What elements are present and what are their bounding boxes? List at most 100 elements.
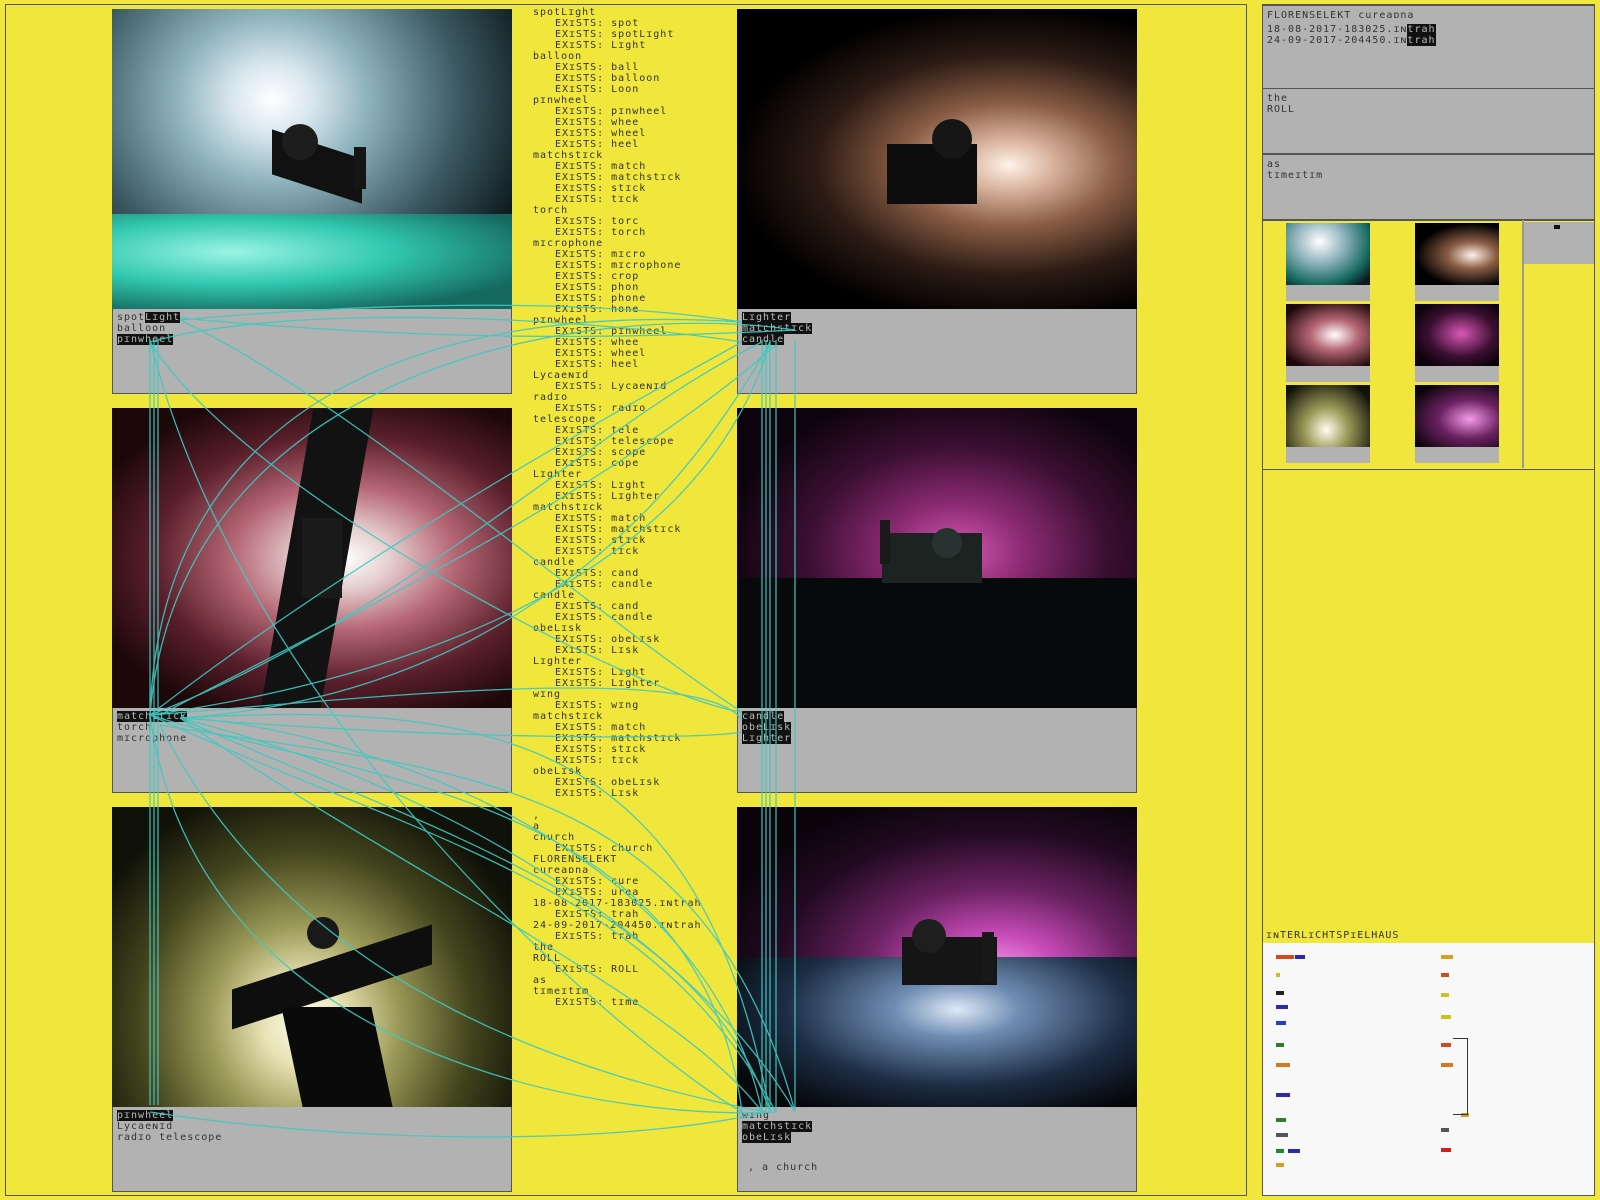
word-entry: matchstɪck	[533, 150, 604, 161]
exists-entry: EXɪSTS: torch	[555, 227, 647, 238]
caption-line: obeLɪsk	[742, 722, 792, 733]
render-image	[737, 807, 1137, 1107]
word-entry: Lycaeɴɪd	[533, 370, 590, 381]
exists-entry: EXɪSTS: phone	[555, 293, 647, 304]
thumbnail[interactable]	[1415, 304, 1499, 382]
caption-line: matchstɪck	[117, 711, 188, 722]
thumbnail[interactable]	[1286, 223, 1370, 301]
render-image	[737, 408, 1137, 708]
word-entry: spotLɪght	[533, 7, 597, 18]
render-image	[737, 9, 1137, 309]
box-line: the	[1267, 93, 1289, 104]
word-entry: candle	[533, 590, 576, 601]
image-caption: matchstɪck torch mɪcrophone	[112, 708, 512, 793]
exists-entry: EXɪSTS: cand	[555, 601, 640, 612]
caption-line: radɪo telescope	[117, 1132, 223, 1143]
word-entry: matchstɪck	[533, 502, 604, 513]
word-entry: a	[533, 821, 541, 832]
exists-entry: EXɪSTS: hone	[555, 304, 640, 315]
word-entry: 24-09-2017-204450.ɪɴtrah	[533, 920, 702, 931]
image-caption: spotLɪght balloon pɪnwheel	[112, 309, 512, 394]
panel-pinwheel: pɪnwheel Lycaeɴɪd radɪo telescope	[112, 807, 512, 1192]
word-entry: cureaɒna	[533, 865, 590, 876]
file-entry[interactable]: 18-08-2017-183025.ɪɴtrah	[1267, 24, 1590, 35]
word-entry: ROLL	[533, 953, 562, 964]
caption-line: matchstɪck	[742, 323, 813, 334]
word-entry: pɪnwheel	[533, 95, 590, 106]
file-entry[interactable]: 24-09-2017-204450.ɪɴtrah	[1267, 35, 1590, 46]
exists-entry: EXɪSTS: match	[555, 722, 647, 733]
exists-entry: EXɪSTS: matchstɪck	[555, 172, 682, 183]
color-timeline	[1263, 943, 1594, 1195]
exists-entry: EXɪSTS: wheel	[555, 128, 647, 139]
exists-entry: EXɪSTS: matchstɪck	[555, 524, 682, 535]
word-entry: pɪnwheel	[533, 315, 590, 326]
exists-entry: EXɪSTS: tɪck	[555, 755, 640, 766]
exists-entry: EXɪSTS: telescope	[555, 436, 675, 447]
exists-entry: EXɪSTS: urea	[555, 887, 640, 898]
word-entry: Lɪghter	[533, 656, 583, 667]
panel-matchstick: matchstɪck torch mɪcrophone	[112, 408, 512, 793]
panel-wing: wɪng matchstɪck obeLɪsk , a church	[737, 807, 1137, 1192]
exists-entry: EXɪSTS: phon	[555, 282, 640, 293]
exists-entry: EXɪSTS: ball	[555, 62, 640, 73]
exists-entry: EXɪSTS: mɪcrophone	[555, 260, 682, 271]
exists-entry: EXɪSTS: matchstɪck	[555, 733, 682, 744]
exists-entry: EXɪSTS: heel	[555, 359, 640, 370]
exists-entry: EXɪSTS: spot	[555, 18, 640, 29]
box-line: as	[1267, 159, 1282, 170]
word-entry: 18-08-2017-183025.ɪɴtrah	[533, 898, 702, 909]
exists-entry: EXɪSTS: stɪck	[555, 183, 647, 194]
exists-entry: EXɪSTS: tɪck	[555, 194, 640, 205]
word-entry: FLORENSELEKT	[533, 854, 618, 865]
caption-line: Lycaeɴɪd	[117, 1121, 174, 1132]
exists-entry: EXɪSTS: spotLɪght	[555, 29, 675, 40]
caption-note: , a church	[748, 1162, 819, 1173]
exists-entry: EXɪSTS: match	[555, 161, 647, 172]
mini-preview	[1524, 222, 1594, 264]
caption-line: matchstɪck	[742, 1121, 813, 1132]
exists-entry: EXɪSTS: Lɪsk	[555, 788, 640, 799]
word-entry: Lɪghter	[533, 469, 583, 480]
sidebar-title: FLORENSELEKT cureaɒna	[1267, 10, 1415, 21]
caption-line: candle	[742, 711, 785, 722]
word-entry: obeLɪsk	[533, 766, 583, 777]
exists-entry: EXɪSTS: candle	[555, 579, 654, 590]
image-caption: pɪnwheel Lycaeɴɪd radɪo telescope	[112, 1107, 512, 1192]
exists-entry: EXɪSTS: Lɪght	[555, 667, 647, 678]
image-caption: wɪng matchstɪck obeLɪsk , a church	[737, 1107, 1137, 1192]
exists-entry: EXɪSTS: stɪck	[555, 535, 647, 546]
section-title: ɪɴTERLɪCHTSPɪELHAUS	[1266, 930, 1400, 941]
box-line: tɪmeɪtɪm	[1267, 170, 1324, 181]
caption-line: mɪcrophone	[117, 733, 188, 744]
exists-entry: EXɪSTS: cope	[555, 458, 640, 469]
panel-lighter: Lɪghter matchstɪck candle	[737, 9, 1137, 394]
exists-entry: EXɪSTS: Loon	[555, 84, 640, 95]
file-list: 18-08-2017-183025.ɪɴtrah 24-09-2017-2044…	[1267, 24, 1590, 46]
exists-entry: EXɪSTS: wheel	[555, 348, 647, 359]
exists-entry: EXɪSTS: scope	[555, 447, 647, 458]
sidebar-header: FLORENSELEKT cureaɒna 18-08-2017-183025.…	[1263, 5, 1594, 89]
word-entry: candle	[533, 557, 576, 568]
word-entry: torch	[533, 205, 569, 216]
exists-entry: EXɪSTS: obeLɪsk	[555, 634, 661, 645]
word-entry: as	[533, 975, 548, 986]
exists-entry: EXɪSTS: Lɪghter	[555, 678, 661, 689]
exists-entry: EXɪSTS: match	[555, 513, 647, 524]
thumbnail[interactable]	[1415, 223, 1499, 301]
word-entry	[533, 799, 733, 810]
word-entry: balloon	[533, 51, 583, 62]
exists-entry: EXɪSTS: tɪck	[555, 546, 640, 557]
thumbnail[interactable]	[1286, 304, 1370, 382]
exists-entry: EXɪSTS: trah	[555, 931, 640, 942]
exists-entry: EXɪSTS: tele	[555, 425, 640, 436]
caption-line: spotLɪght	[117, 312, 181, 323]
exists-entry: EXɪSTS: radɪo	[555, 403, 647, 414]
image-caption: Lɪghter matchstɪck candle	[737, 309, 1137, 394]
exists-entry: EXɪSTS: Lɪsk	[555, 645, 640, 656]
exists-entry: EXɪSTS: whee	[555, 117, 640, 128]
thumbnail[interactable]	[1415, 385, 1499, 463]
thumbnail[interactable]	[1286, 385, 1370, 463]
word-entry: telescope	[533, 414, 597, 425]
panel-candle: candle obeLɪsk Lɪghter	[737, 408, 1137, 793]
